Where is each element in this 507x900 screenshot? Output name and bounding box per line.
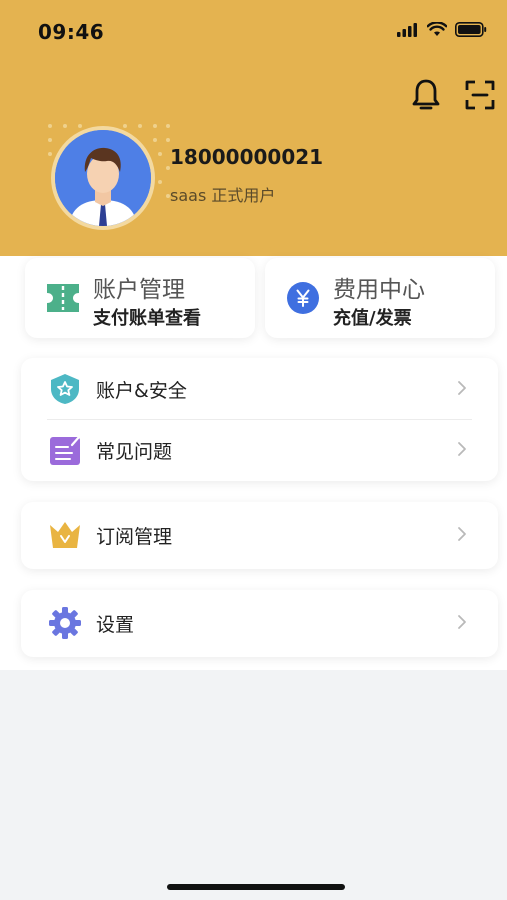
user-phone: 18000000021 xyxy=(170,145,324,169)
user-type: saas 正式用户 xyxy=(170,186,276,205)
chevron-right-icon xyxy=(458,381,466,395)
menu-group-settings: 设置 xyxy=(21,590,498,657)
chevron-right-icon xyxy=(458,442,466,456)
avatar[interactable] xyxy=(51,126,155,230)
yen-icon xyxy=(285,280,321,316)
card-subtitle: 充值/发票 xyxy=(333,308,412,329)
menu-item-faq[interactable]: 常见问题 xyxy=(21,419,498,481)
menu-item-settings[interactable]: 设置 xyxy=(21,592,498,654)
home-indicator[interactable] xyxy=(167,884,345,890)
shield-icon xyxy=(47,371,83,407)
menu-item-account-security[interactable]: 账户&安全 xyxy=(21,358,498,420)
gear-icon xyxy=(47,605,83,641)
billing-center-card[interactable]: 费用中心 充值/发票 xyxy=(265,258,495,338)
faq-icon xyxy=(47,432,83,468)
menu-item-label: 账户&安全 xyxy=(96,380,187,402)
wifi-icon xyxy=(427,22,447,36)
menu-group-account: 账户&安全 常见问题 xyxy=(21,358,498,481)
bell-icon[interactable] xyxy=(409,75,443,115)
card-title: 账户管理 xyxy=(93,277,185,303)
scan-icon[interactable] xyxy=(463,75,497,115)
card-subtitle: 支付账单查看 xyxy=(93,308,201,329)
battery-icon xyxy=(455,22,487,37)
menu-item-label: 常见问题 xyxy=(96,441,173,463)
menu-item-subscription[interactable]: 订阅管理 xyxy=(21,504,498,566)
menu-item-label: 设置 xyxy=(96,614,135,636)
user-avatar-icon xyxy=(55,130,151,226)
ticket-icon xyxy=(45,280,81,316)
menu-group-subscription: 订阅管理 xyxy=(21,502,498,569)
chevron-right-icon xyxy=(458,527,466,541)
account-management-card[interactable]: 账户管理 支付账单查看 xyxy=(25,258,255,338)
card-title: 费用中心 xyxy=(333,277,425,303)
signal-icon xyxy=(397,22,417,37)
status-time: 09:46 xyxy=(38,20,105,44)
avatar-area[interactable] xyxy=(40,118,175,238)
menu-item-label: 订阅管理 xyxy=(96,526,173,548)
crown-icon xyxy=(47,517,83,553)
status-bar: 09:46 xyxy=(0,0,507,62)
chevron-right-icon xyxy=(458,615,466,629)
